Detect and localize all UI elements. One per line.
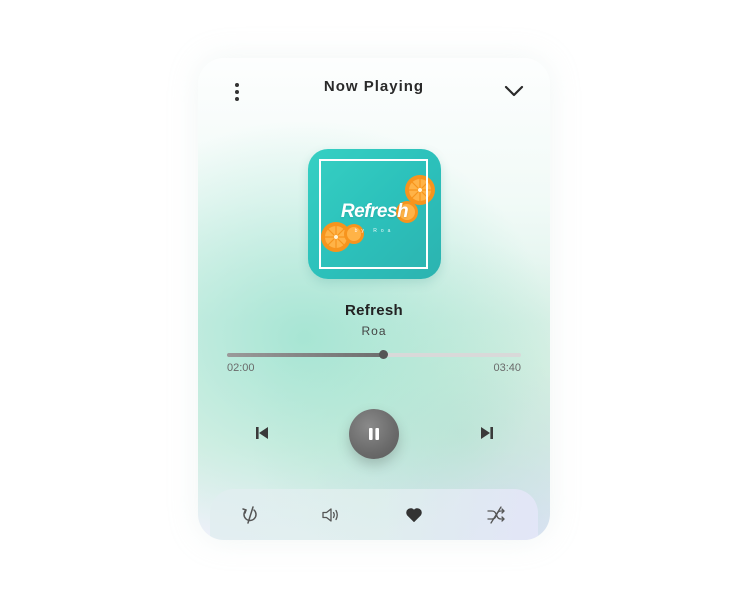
- progress-thumb[interactable]: [378, 350, 388, 359]
- pause-button[interactable]: [349, 409, 399, 459]
- progress-bar[interactable]: [227, 350, 521, 359]
- progress-fill: [227, 353, 383, 357]
- menu-dot: [235, 97, 239, 101]
- album-art-title: Refresh: [340, 201, 409, 222]
- pause-icon: [369, 428, 379, 440]
- page-title: Now Playing: [323, 78, 425, 95]
- now-playing-card: Now Playing Refresh by Roa Refresh Roa 0…: [198, 58, 550, 540]
- orange-slice-bottom: [344, 224, 364, 244]
- chevron-down-icon[interactable]: [502, 80, 526, 102]
- track-artist: Roa: [361, 324, 387, 338]
- shuffle-off-icon[interactable]: [486, 505, 506, 525]
- album-art: Refresh by Roa: [308, 149, 441, 279]
- skip-previous-icon: [256, 427, 268, 439]
- previous-button[interactable]: [253, 424, 271, 442]
- bottom-action-bar: [210, 489, 538, 540]
- repeat-off-icon[interactable]: [240, 505, 260, 525]
- skip-next-icon: [481, 427, 493, 439]
- volume-icon[interactable]: [321, 505, 341, 525]
- elapsed-time: 02:00: [227, 362, 255, 374]
- total-time: 03:40: [493, 362, 521, 374]
- track-title: Refresh: [345, 302, 403, 319]
- page: Now Playing Refresh by Roa Refresh Roa 0…: [0, 0, 749, 599]
- album-art-subtitle: by Roa: [354, 228, 395, 234]
- next-button[interactable]: [478, 424, 496, 442]
- heart-icon[interactable]: [404, 505, 424, 525]
